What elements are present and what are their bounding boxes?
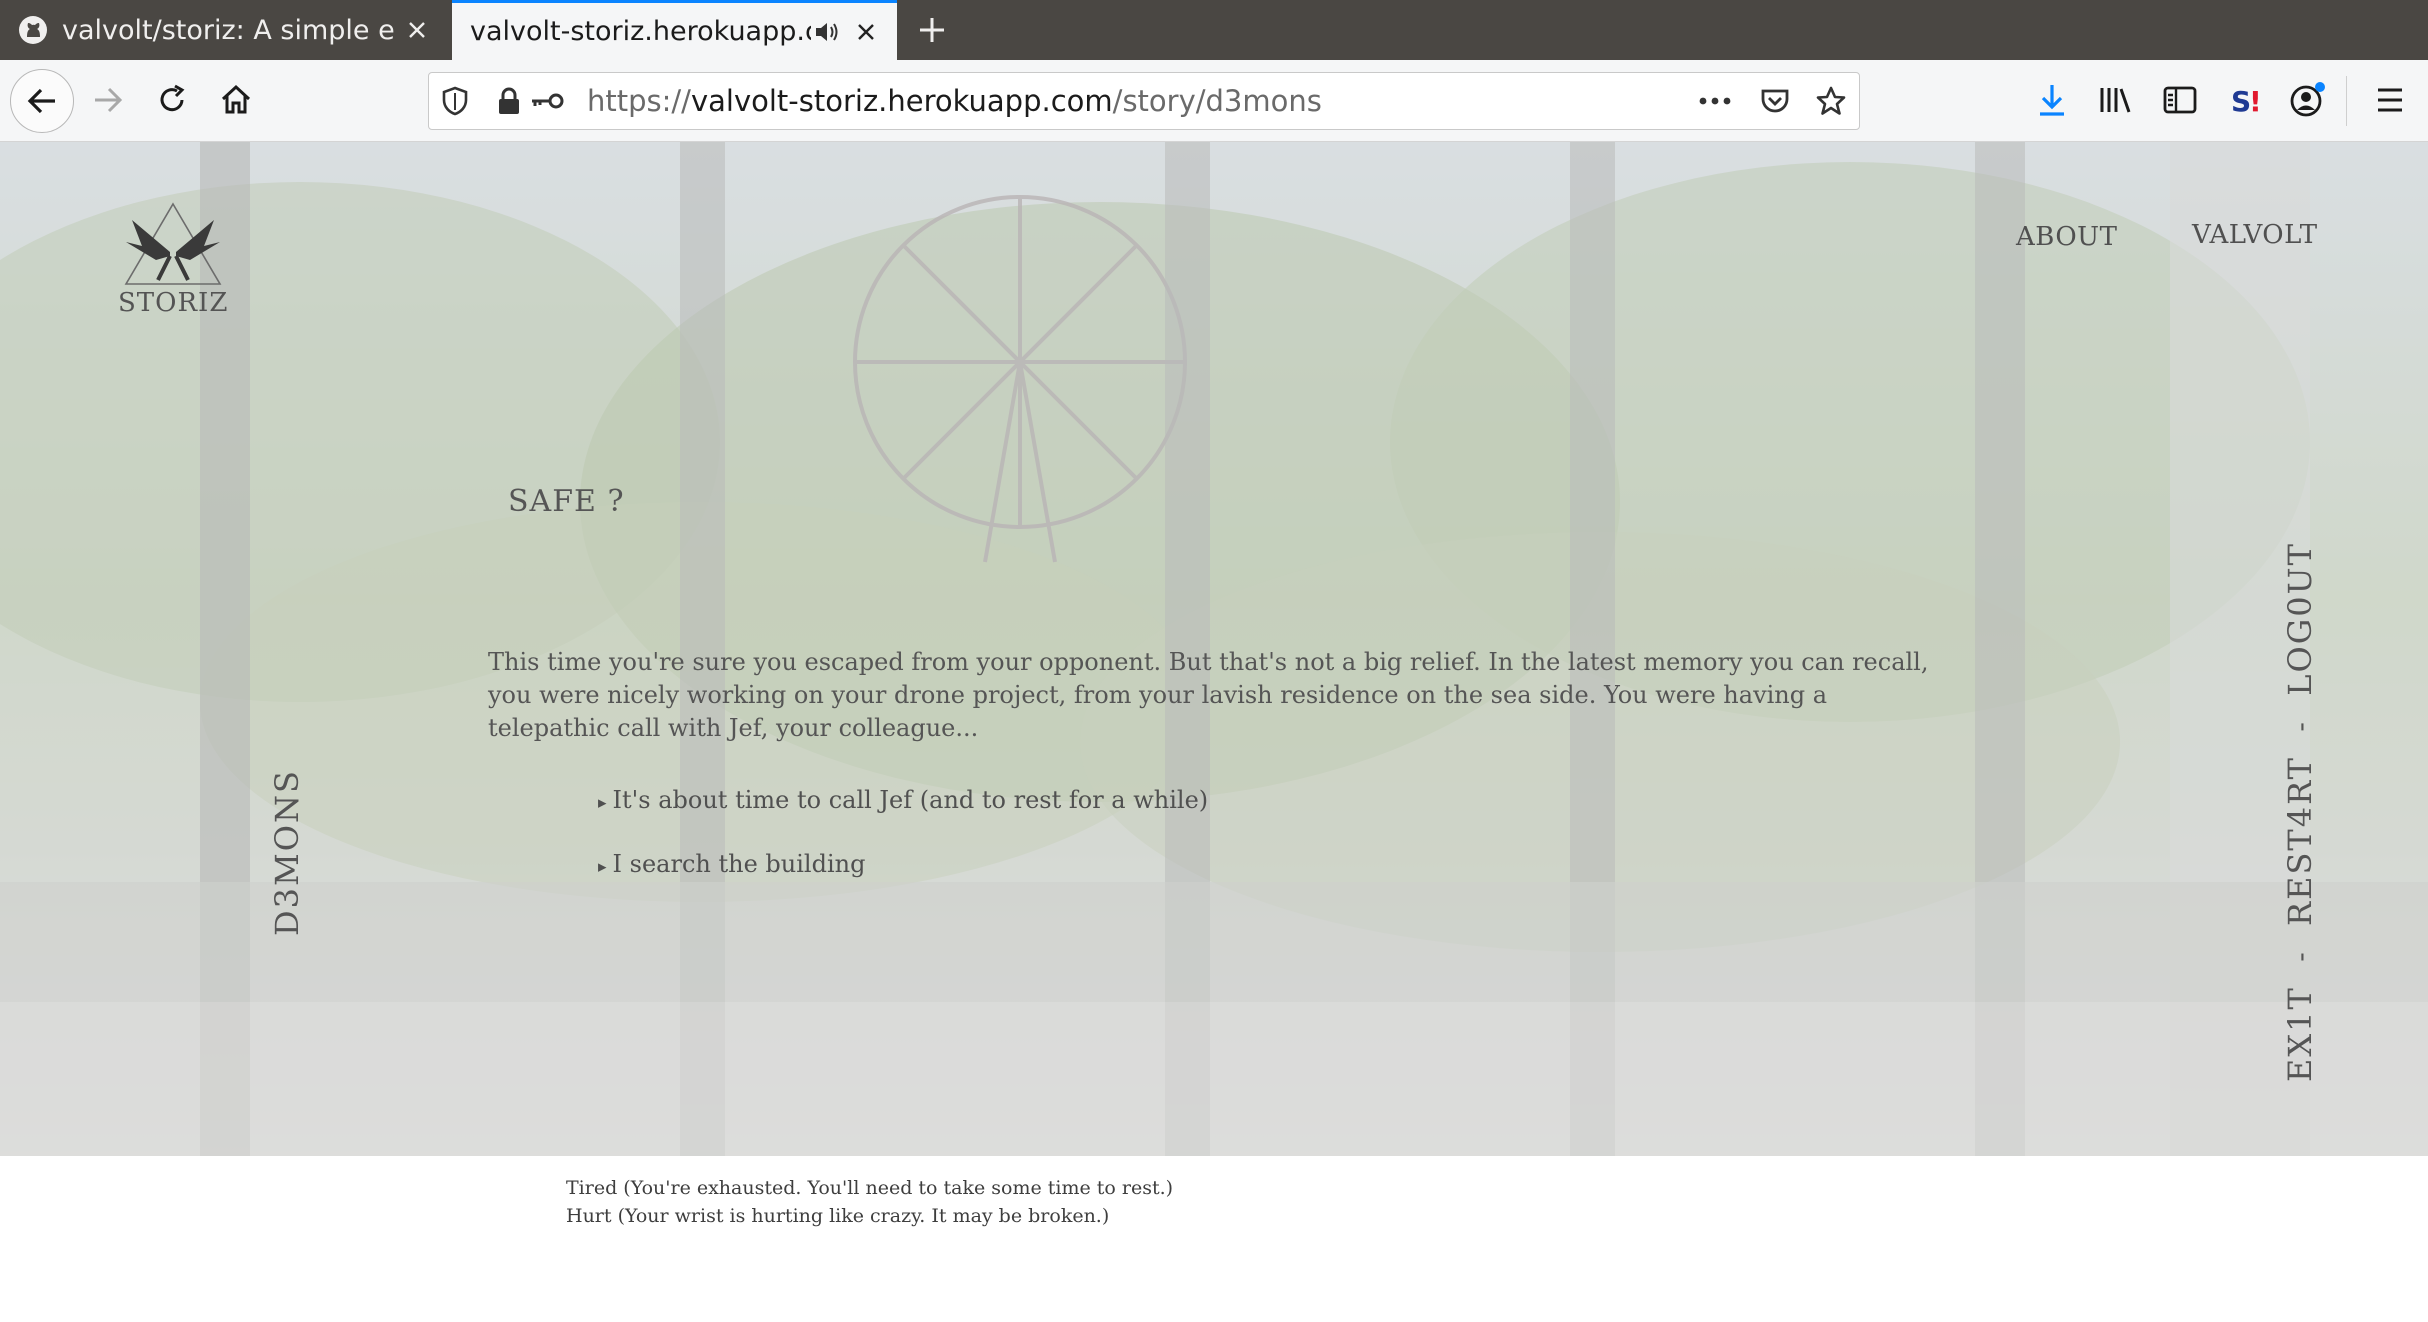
menu-separator: - (2283, 720, 2317, 732)
lock-icon[interactable] (491, 83, 527, 119)
downloads-icon[interactable] (2030, 78, 2074, 122)
tab-storiz[interactable]: valvolt-storiz.herokuapp.c (452, 0, 897, 60)
home-button[interactable] (206, 70, 266, 130)
svg-text:!: ! (2249, 85, 2262, 117)
logo-text: STORIZ (118, 288, 229, 318)
storiz-logo[interactable]: STORIZ (118, 198, 228, 318)
status-hurt: Hurt (Your wrist is hurting like crazy. … (566, 1205, 1110, 1227)
storiz-logo-icon (124, 202, 222, 285)
choice-label: It's about time to call Jef (and to rest… (612, 786, 1209, 814)
nav-about[interactable]: ABOUT (2016, 222, 2117, 252)
new-tab-button[interactable] (912, 10, 952, 50)
more-actions-icon[interactable] (1697, 83, 1733, 119)
sidebar-icon[interactable] (2158, 78, 2202, 122)
back-button[interactable] (10, 69, 74, 133)
close-tab-icon[interactable] (400, 13, 434, 47)
tab-github[interactable]: valvolt/storiz: A simple e (0, 0, 448, 60)
key-icon[interactable] (529, 83, 565, 119)
forward-button[interactable] (78, 70, 138, 130)
pocket-icon[interactable] (1757, 83, 1793, 119)
logout-link[interactable]: LOG0UT (2281, 542, 2319, 696)
github-icon (16, 13, 50, 47)
restart-link[interactable]: REST4RT (2281, 756, 2319, 926)
menu-separator: - (2283, 950, 2317, 962)
nav-valvolt[interactable]: VALVOLT (2192, 220, 2318, 250)
choice-arrow-icon: ▸ (598, 793, 607, 813)
story-text: This time you're sure you escaped from y… (488, 648, 1929, 742)
status-list: Tired (You're exhausted. You'll need to … (566, 1174, 1173, 1230)
reload-button[interactable] (142, 70, 202, 130)
story-title: SAFE ? (508, 484, 625, 519)
url-text[interactable]: https://valvolt-storiz.herokuapp.com/sto… (587, 73, 1322, 129)
url-bar[interactable]: https://valvolt-storiz.herokuapp.com/sto… (428, 72, 1860, 130)
speaker-icon[interactable] (811, 15, 845, 49)
menu-hamburger-icon[interactable] (2368, 78, 2412, 122)
navigation-toolbar: https://valvolt-storiz.herokuapp.com/sto… (0, 60, 2428, 142)
choice-call-jef[interactable]: ▸ It's about time to call Jef (and to res… (598, 786, 1208, 814)
story-hero: STORIZ ABOUT VALVOLT D3MONS EX1T - REST4… (0, 142, 2428, 1156)
choice-label: I search the building (612, 850, 866, 878)
story-name-vertical: D3MONS (268, 769, 306, 936)
close-tab-icon[interactable] (849, 15, 883, 49)
bookmark-star-icon[interactable] (1813, 83, 1849, 119)
extension-s-icon[interactable]: S! (2224, 78, 2268, 122)
tab-strip: valvolt/storiz: A simple e valvolt-stori… (0, 0, 2428, 60)
side-menu: EX1T - REST4RT - LOG0UT (2270, 542, 2330, 1082)
account-icon[interactable] (2286, 78, 2330, 122)
choice-arrow-icon: ▸ (598, 857, 607, 877)
tab-title: valvolt/storiz: A simple e (62, 14, 395, 46)
exit-link[interactable]: EX1T (2281, 986, 2319, 1082)
status-tired: Tired (You're exhausted. You'll need to … (566, 1177, 1174, 1199)
choice-search-building[interactable]: ▸ I search the building (598, 850, 865, 878)
shield-icon[interactable] (437, 83, 473, 119)
library-icon[interactable] (2094, 78, 2138, 122)
tab-title: valvolt-storiz.herokuapp.c (470, 16, 811, 47)
toolbar-separator (2346, 76, 2347, 126)
